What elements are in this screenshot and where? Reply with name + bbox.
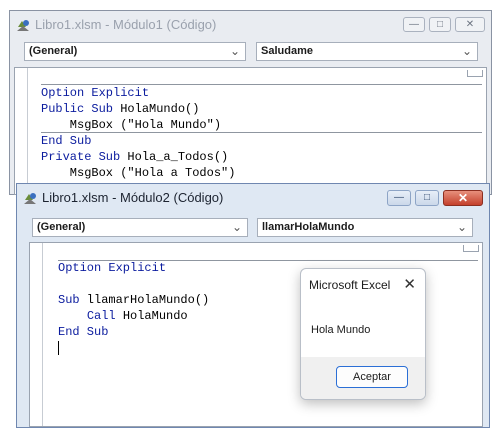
msgbox-footer: Aceptar (301, 357, 425, 399)
module2-titlebar[interactable]: Libro1.xlsm - Módulo2 (Código) — □ ✕ (17, 184, 489, 212)
module1-window[interactable]: Libro1.xlsm - Módulo1 (Código) — □ ✕ (Ge… (9, 10, 492, 197)
close-icon[interactable]: ✕ (403, 275, 416, 293)
minimize-button[interactable]: — (387, 190, 411, 206)
msgbox-title: Microsoft Excel (309, 278, 391, 292)
code-line: Option Explicit (58, 261, 167, 275)
module1-title: Libro1.xlsm - Módulo1 (Código) (35, 17, 217, 32)
code-line: MsgBox ("Hola a Todos") (41, 166, 236, 180)
scrollbar[interactable] (467, 70, 483, 77)
code-margin (15, 68, 28, 194)
procedure-dropdown[interactable]: Saludame ⌄ (256, 42, 478, 61)
close-icon: ✕ (465, 18, 475, 30)
chevron-down-icon: ⌄ (461, 44, 472, 58)
code-line: MsgBox ("Hola Mundo") (41, 118, 222, 132)
code-line: End Sub (41, 134, 92, 148)
procedure-separator (58, 260, 478, 261)
restore-button[interactable]: □ (415, 190, 439, 206)
procedure-separator (41, 84, 482, 85)
module1-titlebar[interactable]: Libro1.xlsm - Módulo1 (Código) — □ ✕ (10, 11, 491, 39)
code-line: Public Sub HolaMundo() (41, 102, 200, 116)
module2-title: Libro1.xlsm - Módulo2 (Código) (42, 190, 224, 205)
close-button[interactable]: ✕ (443, 190, 483, 206)
msgbox-dialog[interactable]: Microsoft Excel ✕ Hola Mundo Aceptar (300, 268, 426, 400)
restore-icon: □ (423, 192, 431, 203)
object-dropdown[interactable]: (General) ⌄ (32, 218, 248, 237)
vba-module-icon (24, 193, 36, 204)
module1-code-pane[interactable]: Option Explicit Public Sub HolaMundo() M… (14, 67, 487, 197)
msgbox-message: Hola Mundo (311, 324, 371, 336)
text-caret (58, 340, 59, 355)
minimize-icon: — (394, 192, 404, 203)
vba-module-icon (17, 20, 29, 31)
close-button[interactable]: ✕ (455, 17, 485, 32)
chevron-down-icon: ⌄ (229, 44, 240, 58)
object-dropdown[interactable]: (General) ⌄ (24, 42, 246, 61)
scrollbar[interactable] (463, 245, 479, 252)
procedure-dropdown[interactable]: llamarHolaMundo ⌄ (257, 218, 473, 237)
chevron-down-icon: ⌄ (231, 220, 242, 234)
restore-icon: □ (436, 18, 444, 30)
code-line: Sub llamarHolaMundo() (58, 293, 210, 307)
chevron-down-icon: ⌄ (456, 220, 467, 234)
procedure-separator (41, 132, 482, 133)
minimize-icon: — (409, 18, 419, 30)
code-line: Private Sub Hola_a_Todos() (41, 150, 229, 164)
code-line: Call HolaMundo (86, 309, 188, 323)
code-line: End Sub (58, 325, 109, 339)
code-line: Option Explicit (41, 86, 150, 100)
module1-code: Option Explicit Public Sub HolaMundo() M… (41, 69, 235, 197)
restore-button[interactable]: □ (429, 17, 451, 32)
ok-button[interactable]: Aceptar (336, 366, 408, 388)
code-margin (30, 243, 43, 426)
close-icon: ✕ (457, 191, 469, 205)
minimize-button[interactable]: — (403, 17, 425, 32)
